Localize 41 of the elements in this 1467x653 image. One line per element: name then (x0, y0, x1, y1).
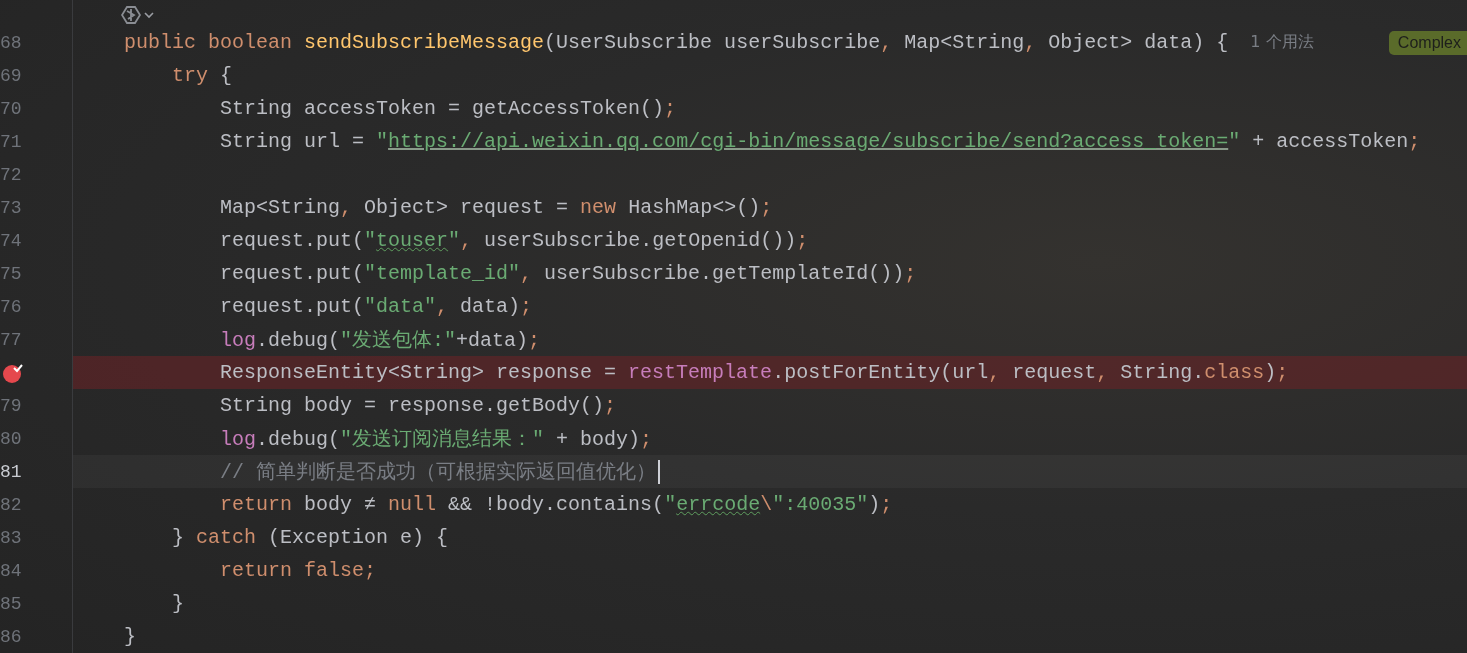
line-number: 72 (0, 164, 22, 185)
line-number: 68 (0, 32, 22, 53)
line-number: 74 (0, 230, 22, 251)
line-number: 84 (0, 560, 22, 581)
code-line: ResponseEntity<String> response = restTemplate.postForEntity(url, request, String.class); (219, 361, 1289, 384)
code-line: String body = response.getBody(); (219, 394, 617, 417)
line-number: 83 (0, 527, 22, 548)
line-number: 70 (0, 98, 22, 119)
code-line: String accessToken = getAccessToken(); (219, 97, 677, 120)
code-line: // 简单判断是否成功（可根据实际返回值优化） (219, 460, 657, 485)
line-number: 75 (0, 263, 22, 284)
code-line: log.debug("发送订阅消息结果：" + body); (219, 427, 653, 452)
code-line: log.debug("发送包体:"+data); (219, 328, 541, 353)
line-number: 86 (0, 626, 22, 647)
code-line: return body ≠ null && !body.contains("errcode\":40035"); (219, 493, 893, 516)
line-number: 73 (0, 197, 22, 218)
line-number: 81 (0, 461, 22, 482)
code-line: } (171, 592, 185, 615)
code-line: String url = "https://api.weixin.qq.com/cgi-bin/message/subscribe/send?access_token=" + accessToken; (219, 130, 1421, 153)
line-number: 85 (0, 593, 22, 614)
hexagon-icon[interactable] (121, 6, 141, 24)
code-line: request.put("template_id", userSubscribe.getTemplateId()); (219, 262, 917, 285)
chevron-icon[interactable] (144, 11, 154, 19)
code-line: return false; (219, 559, 377, 582)
line-number: 71 (0, 131, 22, 152)
text-caret (658, 459, 661, 484)
code-line: request.put("data", data); (219, 295, 533, 318)
complexity-badge: Complex (1388, 30, 1467, 55)
code-line: Map<String, Object> request = new HashMap<>(); (219, 196, 773, 219)
line-number: 79 (0, 395, 22, 416)
code-line: } catch (Exception e) { (171, 526, 449, 549)
line-number: 77 (0, 329, 22, 350)
code-line: } (123, 625, 136, 648)
line-number: 69 (0, 65, 22, 86)
code-line: request.put("touser", userSubscribe.getOpenid()); (219, 229, 809, 252)
usage-hint[interactable]: 1 个用法 (1250, 32, 1314, 53)
code-line: try { (171, 64, 233, 87)
line-number: 76 (0, 296, 22, 317)
line-number: 82 (0, 494, 22, 515)
line-number: 80 (0, 428, 22, 449)
code-line: public boolean sendSubscribeMessage(UserSubscribe userSubscribe, Map<String, Object> data) { (123, 31, 1229, 54)
